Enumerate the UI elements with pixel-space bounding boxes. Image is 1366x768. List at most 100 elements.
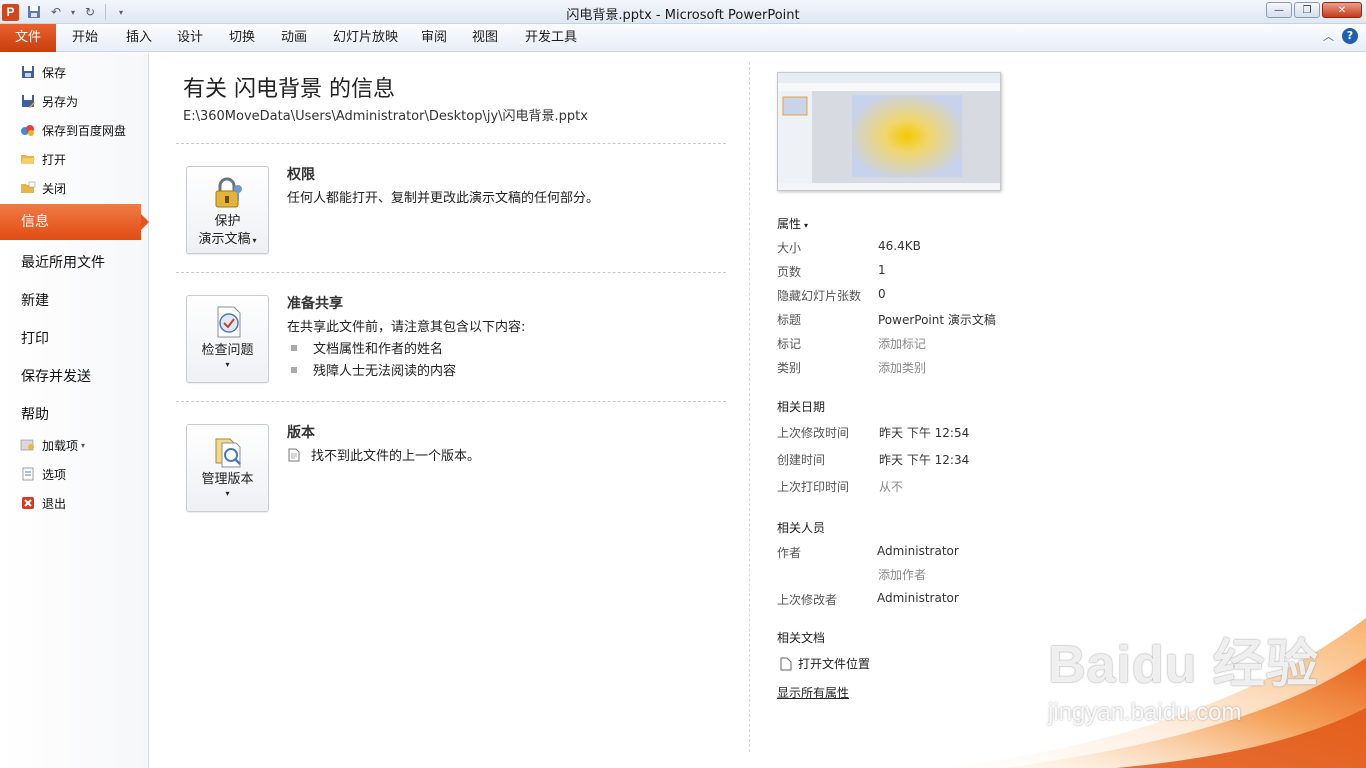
nav-print[interactable]: 打印: [21, 328, 49, 348]
minimize-button[interactable]: —: [1266, 2, 1292, 18]
prepare-share-title: 准备共享: [287, 296, 343, 312]
author-value[interactable]: Administrator: [877, 544, 959, 558]
prop-title-value[interactable]: PowerPoint 演示文稿: [878, 311, 996, 328]
chevron-down-icon: ▾: [81, 440, 86, 450]
properties-pane: 属性 ▾ 大小 46.4KB 页数 1 隐藏幻灯片张数 0 标题 PowerPoi…: [750, 53, 1366, 768]
restore-button[interactable]: ❐: [1294, 2, 1320, 18]
bullet-marker: [291, 366, 297, 373]
ribbon-tabs: 文件 开始 插入 设计 切换 动画 幻灯片放映 审阅 视图 开发工具 ︿ ?: [0, 24, 1366, 52]
window-controls: — ❐ ✕: [1266, 2, 1362, 18]
open-file-location-label: 打开文件位置: [798, 657, 871, 671]
add-author-field[interactable]: 添加作者: [878, 566, 926, 583]
nav-label: 加载项: [42, 438, 79, 453]
prepare-share-text: 在共享此文件前，请注意其包含以下内容:: [287, 320, 526, 335]
chevron-down-icon: ▾: [225, 489, 230, 498]
exit-icon: [20, 495, 36, 511]
backstage-nav: 保存 另存为 保存到百度网盘 打开 关闭 信息 最近所用文件 新建 打印 保存并…: [0, 53, 149, 768]
tab-view[interactable]: 视图: [472, 28, 498, 48]
tab-transitions[interactable]: 切换: [229, 28, 255, 48]
related-people-header: 相关人员: [777, 521, 826, 535]
nav-new[interactable]: 新建: [21, 290, 49, 310]
check-for-issues-button[interactable]: 检查问题 ▾: [186, 295, 269, 383]
document-icon: [287, 448, 301, 462]
tab-animations[interactable]: 动画: [281, 28, 307, 48]
section-divider: [176, 272, 726, 273]
nav-label: 保存到百度网盘: [42, 123, 127, 138]
window-title: 闪电背景.pptx - Microsoft PowerPoint: [566, 8, 800, 23]
show-all-properties-link[interactable]: 显示所有属性: [777, 684, 849, 701]
prop-size-value: 46.4KB: [878, 239, 921, 253]
nav-addins[interactable]: 加载项 ▾: [20, 435, 85, 455]
tab-file[interactable]: 文件: [0, 24, 56, 52]
minimize-ribbon-icon[interactable]: ︿: [1323, 28, 1334, 44]
tab-home[interactable]: 开始: [72, 28, 98, 48]
prop-hidden-slides-value: 0: [878, 287, 886, 301]
chevron-down-icon: ▾: [252, 236, 257, 245]
open-folder-icon: [20, 151, 36, 167]
addins-icon: [20, 437, 36, 453]
protect-presentation-button[interactable]: 保护 演示文稿 ▾: [186, 166, 269, 254]
modified-by-label: 上次修改者: [777, 593, 838, 607]
title-bar: P ↶ ▾ ↻ ▾ 闪电背景.pptx - Microsoft PowerPoi…: [0, 0, 1366, 24]
document-icon: [780, 657, 792, 671]
info-pane: 有关 闪电背景 的信息 E:\360MoveData\Users\Adminis…: [150, 53, 748, 768]
tab-slideshow[interactable]: 幻灯片放映: [333, 28, 398, 48]
created-date-value: 昨天 下午 12:34: [879, 453, 970, 467]
versions-text: 找不到此文件的上一个版本。: [311, 449, 481, 464]
date-label: 创建时间: [777, 453, 826, 467]
manage-versions-label: 管理版本: [201, 472, 254, 487]
prop-label: 页数: [777, 265, 802, 279]
ribbon-right-controls: ︿ ?: [1323, 28, 1358, 44]
nav-save-and-send[interactable]: 保存并发送: [21, 366, 91, 386]
inspect-document-icon: [210, 304, 246, 340]
nav-label: 退出: [42, 496, 67, 511]
close-window-button[interactable]: ✕: [1322, 2, 1362, 18]
manage-versions-button[interactable]: 管理版本 ▾: [186, 424, 269, 512]
related-dates-header: 相关日期: [777, 400, 826, 414]
open-file-location-link[interactable]: 打开文件位置: [780, 655, 870, 672]
nav-info[interactable]: 信息: [0, 204, 149, 240]
modified-date-value: 昨天 下午 12:54: [879, 426, 970, 440]
bullet-marker: [291, 344, 297, 351]
nav-close[interactable]: 关闭: [20, 178, 66, 198]
nav-label: 保存: [42, 65, 67, 80]
nav-label: 另存为: [42, 94, 79, 109]
list-item: 残障人士无法阅读的内容: [291, 360, 456, 379]
versions-icon: [210, 433, 246, 469]
date-label: 上次打印时间: [777, 480, 850, 494]
nav-recent[interactable]: 最近所用文件: [21, 252, 105, 272]
tab-developer[interactable]: 开发工具: [525, 28, 577, 48]
nav-open[interactable]: 打开: [20, 149, 66, 169]
nav-label: 选项: [42, 467, 67, 482]
protect-button-label: 保护: [214, 214, 241, 229]
options-icon: [20, 466, 36, 482]
protect-button-label-2: 演示文稿 ▾: [198, 232, 257, 247]
chevron-down-icon: ▾: [804, 221, 809, 230]
lock-key-icon: [210, 175, 246, 211]
prop-label: 类别: [777, 361, 802, 375]
nav-save-to-baidu[interactable]: 保存到百度网盘: [20, 120, 126, 140]
properties-header[interactable]: 属性 ▾: [777, 215, 808, 232]
tab-review[interactable]: 审阅: [421, 28, 447, 48]
nav-save[interactable]: 保存: [20, 62, 66, 82]
add-tags-field[interactable]: 添加标记: [878, 335, 926, 352]
tab-insert[interactable]: 插入: [126, 28, 152, 48]
bullet-text: 文档属性和作者的姓名: [313, 342, 444, 357]
nav-exit[interactable]: 退出: [20, 493, 66, 513]
tab-design[interactable]: 设计: [177, 28, 203, 48]
file-path: E:\360MoveData\Users\Administrator\Deskt…: [183, 109, 588, 124]
nav-label: 打开: [42, 152, 67, 167]
versions-text-row: 找不到此文件的上一个版本。: [287, 445, 480, 464]
nav-label: 关闭: [42, 181, 67, 196]
nav-help[interactable]: 帮助: [21, 404, 49, 424]
nav-save-as[interactable]: 另存为: [20, 91, 78, 111]
prop-label: 大小: [777, 241, 802, 255]
versions-title: 版本: [287, 425, 315, 441]
page-title: 有关 闪电背景 的信息: [183, 77, 395, 102]
date-label: 上次修改时间: [777, 426, 850, 440]
add-category-field[interactable]: 添加类别: [878, 359, 926, 376]
author-label: 作者: [777, 546, 802, 560]
prop-pages-value: 1: [878, 263, 886, 277]
nav-options[interactable]: 选项: [20, 464, 66, 484]
help-icon[interactable]: ?: [1342, 28, 1358, 44]
